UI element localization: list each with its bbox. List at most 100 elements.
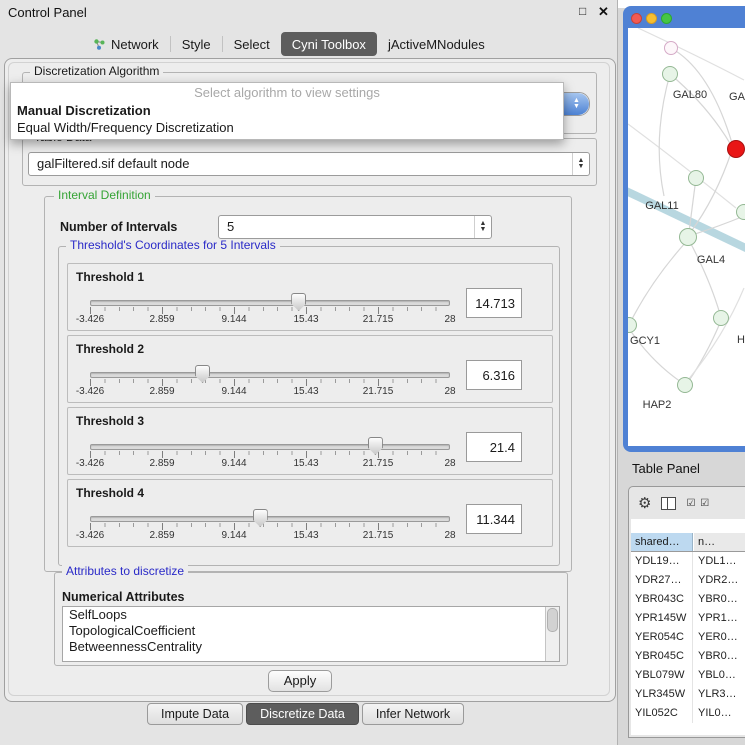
tab-label: Select <box>234 37 270 52</box>
table-row[interactable]: YER054CYER0… <box>631 628 745 647</box>
network-node[interactable] <box>679 228 697 246</box>
close-traffic-light-icon[interactable] <box>631 13 642 24</box>
combobox-stepper-icon[interactable]: ▲▼ <box>474 216 491 238</box>
node-label-gcy1: GCY1 <box>630 335 660 347</box>
threshold-1-value-field[interactable]: 14.713 <box>466 288 522 318</box>
tab-jactivemnodules[interactable]: jActiveMNodules <box>377 32 496 56</box>
tick-label: -3.426 <box>76 530 104 541</box>
threshold-2-panel: Threshold 2 -3.426 2.859 9.144 15.43 21.… <box>67 335 553 403</box>
columns-icon[interactable] <box>661 497 676 510</box>
float-window-icon[interactable]: □ <box>579 4 586 18</box>
node-label-partial: H <box>737 334 745 346</box>
list-item[interactable]: BetweennessCentrality <box>63 639 559 655</box>
threshold-3-panel: Threshold 3 -3.426 2.859 9.144 15.43 21.… <box>67 407 553 475</box>
list-item[interactable]: TopologicalCoefficient <box>63 623 559 639</box>
node-label-gal4: GAL4 <box>697 254 725 266</box>
table-panel-title: Table Panel <box>632 461 700 476</box>
threshold-4-value-field[interactable]: 11.344 <box>466 504 522 534</box>
network-node[interactable] <box>713 310 729 326</box>
column-header-name[interactable]: n… <box>694 533 745 551</box>
list-scrollbar[interactable] <box>545 607 559 661</box>
network-node[interactable] <box>688 170 704 186</box>
numerical-attributes-list[interactable]: SelfLoops TopologicalCoefficient Between… <box>62 606 560 662</box>
table-rows: YDL19…YDL1… YDR27…YDR2… YBR043CYBR0… YPR… <box>631 552 745 735</box>
tick-label: 2.859 <box>149 530 174 541</box>
network-node[interactable] <box>677 377 693 393</box>
table-body: shared… n… YDL19…YDL1… YDR27…YDR2… YBR04… <box>631 519 745 735</box>
cell: YER0… <box>694 628 745 647</box>
attributes-group-label: Attributes to discretize <box>62 565 188 578</box>
node-label-partial: GA <box>729 91 745 103</box>
tab-impute-data[interactable]: Impute Data <box>147 703 243 725</box>
list-item[interactable]: SelfLoops <box>63 607 559 623</box>
slider-track[interactable] <box>90 372 450 378</box>
tick-label: 28 <box>444 314 455 325</box>
threshold-4-panel: Threshold 4 -3.426 2.859 9.144 15.43 21.… <box>67 479 553 547</box>
tick-label: 9.144 <box>221 314 246 325</box>
apply-button[interactable]: Apply <box>268 670 332 692</box>
slider-track[interactable] <box>90 444 450 450</box>
table-row[interactable]: YBL079WYBL0… <box>631 666 745 685</box>
tab-infer-network[interactable]: Infer Network <box>362 703 464 725</box>
threshold-3-title: Threshold 3 <box>76 414 144 428</box>
tab-label: Network <box>111 37 159 52</box>
popup-option-manual-discretization[interactable]: Manual Discretization <box>17 103 151 118</box>
network-node-selected[interactable] <box>727 140 745 158</box>
scrollbar-thumb[interactable] <box>547 608 558 632</box>
table-panel-window: ⚙ ☑ ☑ shared… n… YDL19…YDL1… YDR27…YDR2…… <box>628 486 745 738</box>
gear-icon[interactable]: ⚙ <box>638 496 651 511</box>
control-panel-tabs: Network Style Select Cyni Toolbox jActiv… <box>82 32 496 56</box>
slider-track[interactable] <box>90 516 450 522</box>
threshold-1-slider[interactable]: -3.426 2.859 9.144 15.43 21.715 28 <box>90 290 450 328</box>
tab-network[interactable]: Network <box>82 32 170 56</box>
threshold-4-slider[interactable]: -3.426 2.859 9.144 15.43 21.715 28 <box>90 506 450 544</box>
threshold-3-slider[interactable]: -3.426 2.859 9.144 15.43 21.715 28 <box>90 434 450 472</box>
tick-label: 21.715 <box>363 458 394 469</box>
table-row[interactable]: YDR27…YDR2… <box>631 571 745 590</box>
tab-label: Style <box>182 37 211 52</box>
tab-select[interactable]: Select <box>223 32 281 56</box>
table-toolbar: ⚙ ☑ ☑ <box>629 487 745 519</box>
table-row[interactable]: YBR045CYBR0… <box>631 647 745 666</box>
number-of-intervals-combobox[interactable]: 5 ▲▼ <box>218 215 492 239</box>
table-row[interactable]: YPR145WYPR1… <box>631 609 745 628</box>
table-row[interactable]: YBR043CYBR0… <box>631 590 745 609</box>
minimize-traffic-light-icon[interactable] <box>646 13 657 24</box>
panel-divider <box>617 0 618 745</box>
threshold-3-value-field[interactable]: 21.4 <box>466 432 522 462</box>
combobox-stepper-icon[interactable]: ▲▼ <box>564 93 589 115</box>
network-node[interactable] <box>664 41 678 55</box>
network-node[interactable] <box>662 66 678 82</box>
network-canvas[interactable]: GAL80 GA GAL11 GAL4 GCY1 H HAP2 <box>628 28 745 446</box>
slider-major-ticks <box>90 307 450 314</box>
cell: YPR1… <box>694 609 745 628</box>
cell: YER054C <box>631 628 693 647</box>
column-header-shared[interactable]: shared… <box>631 533 693 551</box>
threshold-2-value-field[interactable]: 6.316 <box>466 360 522 390</box>
tick-label: 21.715 <box>363 314 394 325</box>
slider-track[interactable] <box>90 300 450 306</box>
tab-discretize-data[interactable]: Discretize Data <box>246 703 359 725</box>
combobox-stepper-icon[interactable]: ▲▼ <box>572 153 589 175</box>
table-row[interactable]: YIL052CYIL0… <box>631 704 745 723</box>
table-data-combobox[interactable]: galFiltered.sif default node ▲▼ <box>28 152 590 176</box>
network-node[interactable] <box>736 204 745 220</box>
tick-label: 9.144 <box>221 458 246 469</box>
zoom-traffic-light-icon[interactable] <box>661 13 672 24</box>
thresholds-group: Threshold 1 -3.426 2.859 9.144 15.43 21.… <box>58 246 560 566</box>
algorithm-prompt: Select algorithm to view settings <box>11 85 563 100</box>
tick-label: 9.144 <box>221 530 246 541</box>
node-label-gal80: GAL80 <box>673 89 707 101</box>
tab-cyni-toolbox[interactable]: Cyni Toolbox <box>281 32 377 56</box>
table-row[interactable]: YDL19…YDL1… <box>631 552 745 571</box>
threshold-2-slider[interactable]: -3.426 2.859 9.144 15.43 21.715 28 <box>90 362 450 400</box>
table-row[interactable]: YLR345WYLR3… <box>631 685 745 704</box>
popup-option-equal-width-frequency[interactable]: Equal Width/Frequency Discretization <box>17 120 234 135</box>
checkbox-icons[interactable]: ☑ ☑ <box>686 498 710 509</box>
tab-style[interactable]: Style <box>171 32 222 56</box>
cell: YDR2… <box>694 571 745 590</box>
slider-tick-labels: -3.426 2.859 9.144 15.43 21.715 28 <box>90 314 450 326</box>
tab-label: jActiveMNodules <box>388 37 485 52</box>
close-window-icon[interactable]: ✕ <box>598 4 609 20</box>
numerical-attributes-label: Numerical Attributes <box>62 590 184 604</box>
